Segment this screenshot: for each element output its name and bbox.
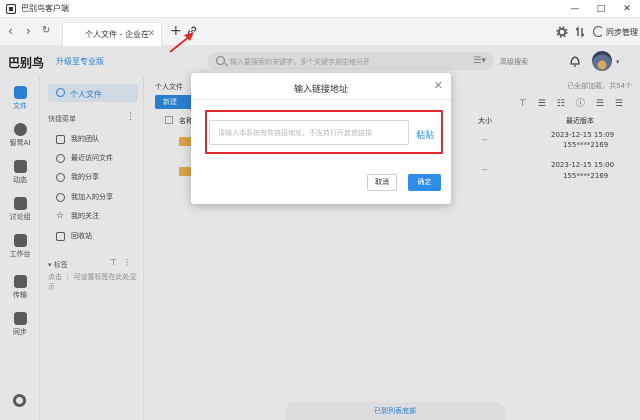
refresh-icon[interactable]: ↻	[42, 25, 50, 37]
tab-close-icon[interactable]: ✕	[147, 29, 155, 39]
link-address-dialog: 输入链接地址 ✕ 粘贴 取消 确定	[191, 73, 451, 204]
annotation-highlight-box	[205, 110, 443, 154]
app-logo-icon	[6, 3, 16, 14]
window-title: 巴别鸟客户端	[21, 4, 69, 13]
gear-icon[interactable]	[556, 26, 568, 38]
tab-bar: ‹ › ↻ 个人文件 - 企业在线... ✕ + 同步管理	[0, 18, 640, 46]
window-titlebar: 巴别鸟客户端 — □ ✕	[0, 0, 640, 18]
transfer-icon[interactable]	[574, 26, 586, 38]
maximize-button[interactable]: □	[588, 0, 614, 18]
annotation-arrow-icon	[169, 32, 194, 53]
close-icon[interactable]: ✕	[434, 79, 443, 92]
dialog-title: 输入链接地址	[293, 85, 348, 95]
minimize-button[interactable]: —	[562, 0, 588, 18]
confirm-button[interactable]: 确定	[408, 174, 441, 191]
back-icon[interactable]: ‹	[8, 25, 13, 37]
tab-label: 个人文件 - 企业在线...	[85, 30, 149, 39]
sync-icon[interactable]	[593, 26, 604, 37]
tab-personal-files[interactable]: 个人文件 - 企业在线... ✕	[62, 22, 162, 46]
cancel-button[interactable]: 取消	[367, 174, 397, 191]
divider	[191, 99, 451, 100]
close-button[interactable]: ✕	[614, 0, 640, 18]
sync-management-link[interactable]: 同步管理	[606, 27, 638, 38]
window-controls: — □ ✕	[562, 0, 640, 18]
forward-icon[interactable]: ›	[26, 25, 31, 37]
